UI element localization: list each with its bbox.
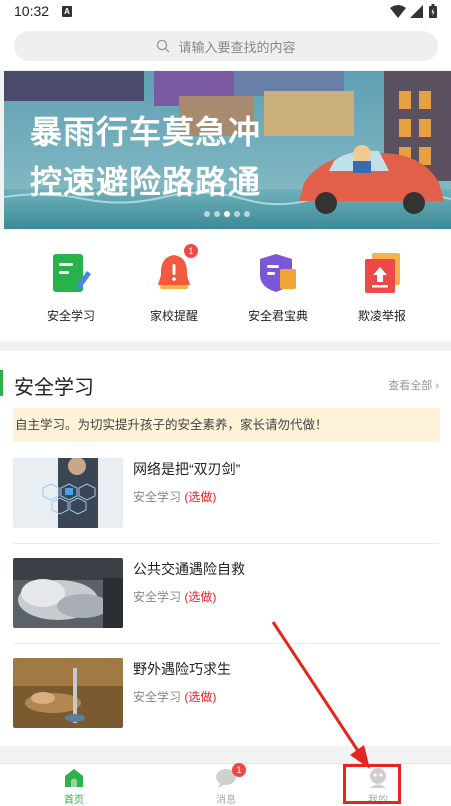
quick-action-label: 安全学习 (46, 309, 95, 323)
search-icon (157, 39, 170, 53)
tab-messages[interactable]: 1 消息 (176, 763, 276, 806)
banner-title-line1: 暴雨行车莫急冲 (30, 113, 262, 151)
search-area: 请输入要查找的内容 (0, 24, 451, 70)
course-category: 安全学习 (133, 690, 182, 704)
course-title: 网络是把“双刃剑” (133, 461, 241, 477)
course-thumbnail (13, 658, 123, 728)
safety-study-section: 安全学习 查看全部 › 自主学习。为切实提升孩子的安全素养，家长请勿代做！ 网络… (0, 351, 451, 746)
course-meta: 安全学习 (选做) (133, 688, 216, 705)
wifi-icon (390, 4, 406, 18)
shield-book-icon (256, 251, 300, 295)
search-input[interactable]: 请输入要查找的内容 (14, 31, 438, 61)
status-icons (390, 4, 437, 18)
course-meta: 安全学习 (选做) (133, 488, 216, 505)
course-category: 安全学习 (133, 590, 182, 604)
quick-action-label: 欺凌举报 (357, 309, 406, 323)
banner-dot[interactable] (214, 211, 220, 217)
quick-actions: 安全学习 1 家校提醒 安全君宝典 欺凌举报 (0, 229, 451, 341)
battery-icon (429, 4, 437, 18)
banner-dot[interactable] (244, 211, 250, 217)
course-meta: 安全学习 (选做) (133, 588, 216, 605)
banner-pagination[interactable] (204, 211, 250, 217)
quick-action-safety-study[interactable]: 安全学习 (21, 251, 121, 324)
quick-action-safety-guide[interactable]: 安全君宝典 (228, 251, 328, 324)
course-optional-tag: (选做) (184, 490, 217, 504)
quick-action-label: 安全君宝典 (247, 309, 308, 323)
section-accent-bar (0, 370, 3, 396)
banner-dot[interactable] (204, 211, 210, 217)
promo-banner[interactable]: 暴雨行车莫急冲 控速避险路路通 (4, 71, 451, 229)
course-title: 公共交通遇险自救 (133, 561, 245, 577)
reminder-badge: 1 (184, 244, 198, 258)
course-thumbnail (13, 458, 123, 528)
annotation-highlight-box (343, 764, 401, 804)
divider (13, 643, 439, 644)
tab-label: 消息 (216, 795, 236, 806)
home-icon (63, 767, 85, 789)
message-icon: 1 (215, 763, 246, 789)
divider (13, 543, 439, 544)
quick-action-bullying-report[interactable]: 欺凌举报 (332, 251, 432, 324)
notification-a-icon: A (62, 6, 72, 17)
search-placeholder: 请输入要查找的内容 (178, 39, 296, 55)
banner-dot-active[interactable] (224, 211, 230, 217)
course-category: 安全学习 (133, 490, 182, 504)
tab-label: 首页 (64, 795, 84, 806)
study-book-icon (49, 251, 93, 295)
banner-title-line2: 控速避险路路通 (30, 163, 262, 201)
course-item[interactable]: 网络是把“双刃剑” 安全学习 (选做) (13, 458, 439, 528)
course-title: 野外遇险巧求生 (133, 661, 231, 677)
course-item[interactable]: 公共交通遇险自救 安全学习 (选做) (13, 558, 439, 628)
course-item[interactable]: 野外遇险巧求生 安全学习 (选做) (13, 658, 439, 728)
tab-home[interactable]: 首页 (24, 767, 124, 806)
signal-icon (410, 4, 423, 18)
notice-banner: 自主学习。为切实提升孩子的安全素养，家长请勿代做！ (13, 408, 440, 442)
course-optional-tag: (选做) (184, 590, 217, 604)
bell-icon: 1 (152, 244, 198, 295)
quick-action-school-reminder[interactable]: 1 家校提醒 (124, 244, 224, 324)
messages-badge: 1 (232, 763, 246, 777)
course-optional-tag: (选做) (184, 690, 217, 704)
quick-action-label: 家校提醒 (149, 309, 198, 323)
section-title: 安全学习 (14, 377, 94, 399)
status-bar: 10:32 A (0, 0, 451, 24)
status-time: 10:32 (14, 3, 50, 19)
banner-dot[interactable] (234, 211, 240, 217)
course-thumbnail (13, 558, 123, 628)
view-all-link[interactable]: 查看全部 › (388, 377, 439, 393)
report-upload-icon (360, 251, 404, 295)
